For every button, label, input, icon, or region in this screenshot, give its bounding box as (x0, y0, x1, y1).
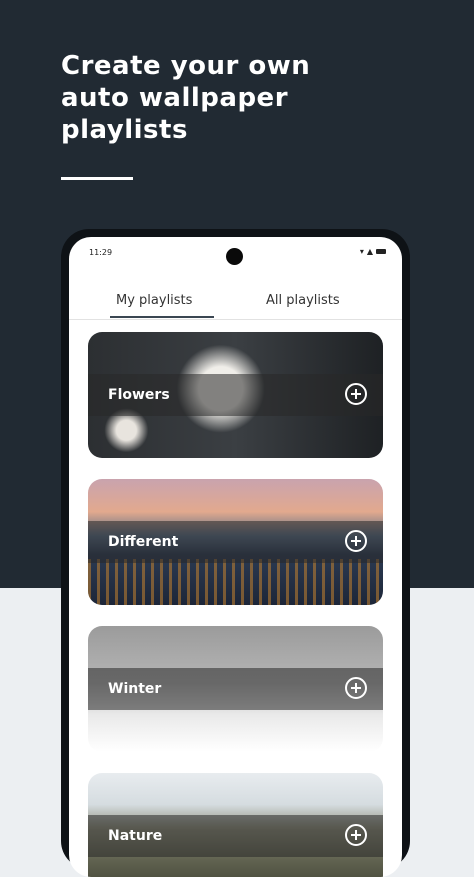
playlist-card-flowers[interactable]: Flowers (88, 332, 383, 458)
add-circle-icon[interactable] (345, 530, 367, 552)
status-bar: 11:29 ▾ ▲ (69, 237, 402, 265)
battery-icon (376, 249, 386, 254)
camera-cutout (226, 248, 243, 265)
playlist-name: Nature (108, 828, 163, 844)
add-circle-icon[interactable] (345, 677, 367, 699)
add-circle-icon[interactable] (345, 824, 367, 846)
status-time: 11:29 (89, 248, 113, 257)
playlist-card-winter[interactable]: Winter (88, 626, 383, 752)
playlist-card-nature[interactable]: Nature (88, 773, 383, 877)
playlist-name: Flowers (108, 387, 170, 403)
playlist-name: Winter (108, 681, 162, 697)
add-circle-icon[interactable] (345, 383, 367, 405)
phone-mockup: 11:29 ▾ ▲ My playlists All playlists Flo… (61, 229, 410, 877)
promo-headline: Create your own auto wallpaper playlists (61, 50, 441, 146)
phone-screen: 11:29 ▾ ▲ My playlists All playlists Flo… (69, 237, 402, 877)
playlist-tabs: My playlists All playlists (69, 281, 402, 320)
playlist-card-different[interactable]: Different (88, 479, 383, 605)
tab-selected-indicator (110, 316, 214, 318)
signal-icon: ▲ (366, 247, 373, 256)
status-icons: ▾ ▲ (360, 247, 386, 256)
playlist-name: Different (108, 534, 179, 550)
tab-all-playlists[interactable]: All playlists (266, 293, 340, 308)
tab-my-playlists[interactable]: My playlists (116, 293, 192, 308)
headline-line-3: playlists (61, 115, 188, 145)
headline-line-1: Create your own (61, 51, 311, 81)
city-lights-decoration (88, 559, 383, 605)
wifi-icon: ▾ (359, 247, 364, 256)
headline-line-2: auto wallpaper (61, 83, 289, 113)
headline-underline (61, 177, 133, 180)
